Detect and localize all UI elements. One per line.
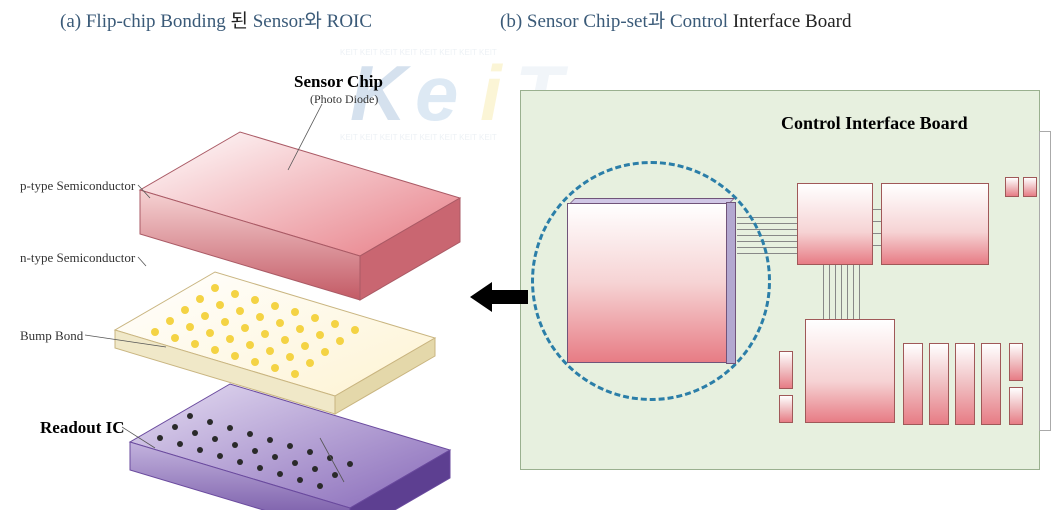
control-interface-board: Control Interface Board (520, 90, 1040, 470)
caption-a-text1: Flip-chip Bonding (86, 11, 231, 32)
pixel-array-slab (115, 272, 435, 414)
board-pad-tr-2 (1023, 177, 1037, 197)
wire (835, 265, 836, 319)
sensor-chipset (567, 203, 727, 363)
caption-b-text1: Sensor Chip-set과 (527, 11, 670, 32)
wire (847, 265, 848, 319)
board-pad-tr-1 (1005, 177, 1019, 197)
wire (841, 265, 842, 319)
caption-a: (a) Flip-chip Bonding 된 Sensor와 ROIC (60, 6, 372, 33)
wire (823, 265, 824, 319)
caption-b-text2: Control (670, 11, 733, 32)
sensor-chip-slab (140, 132, 460, 300)
board-title: Control Interface Board (781, 113, 968, 134)
caption-b-prefix: (b) (500, 11, 527, 32)
wire (873, 245, 881, 246)
board-chip-5 (929, 343, 949, 425)
board-pad-left-2 (779, 395, 793, 423)
board-chip-6 (955, 343, 975, 425)
chip-stack-svg (20, 50, 480, 510)
wire (873, 209, 881, 210)
board-pad-br-1 (1009, 343, 1023, 381)
board-chip-3 (805, 319, 895, 423)
arrow-icon (470, 280, 528, 314)
edge-connector (1039, 131, 1051, 431)
caption-a-prefix: (a) (60, 11, 86, 32)
wire (853, 265, 854, 319)
wire (859, 265, 860, 319)
flip-chip-diagram: Sensor Chip (Photo Diode) p-type Semicon… (20, 50, 480, 510)
board-chip-2 (881, 183, 989, 265)
board-pad-br-2 (1009, 387, 1023, 425)
board-chip-1 (797, 183, 873, 265)
board-chip-7 (981, 343, 1001, 425)
caption-a-text2: 된 (230, 11, 252, 32)
wire (829, 265, 830, 319)
caption-b-text3: Interface Board (733, 11, 852, 32)
board-pad-left-1 (779, 351, 793, 389)
board-chip-4 (903, 343, 923, 425)
svg-text:i: i (480, 49, 503, 137)
caption-b: (b) Sensor Chip-set과 Control Interface B… (500, 6, 852, 33)
wire (873, 221, 881, 222)
wire (873, 233, 881, 234)
caption-a-text3: Sensor와 ROIC (253, 11, 372, 32)
